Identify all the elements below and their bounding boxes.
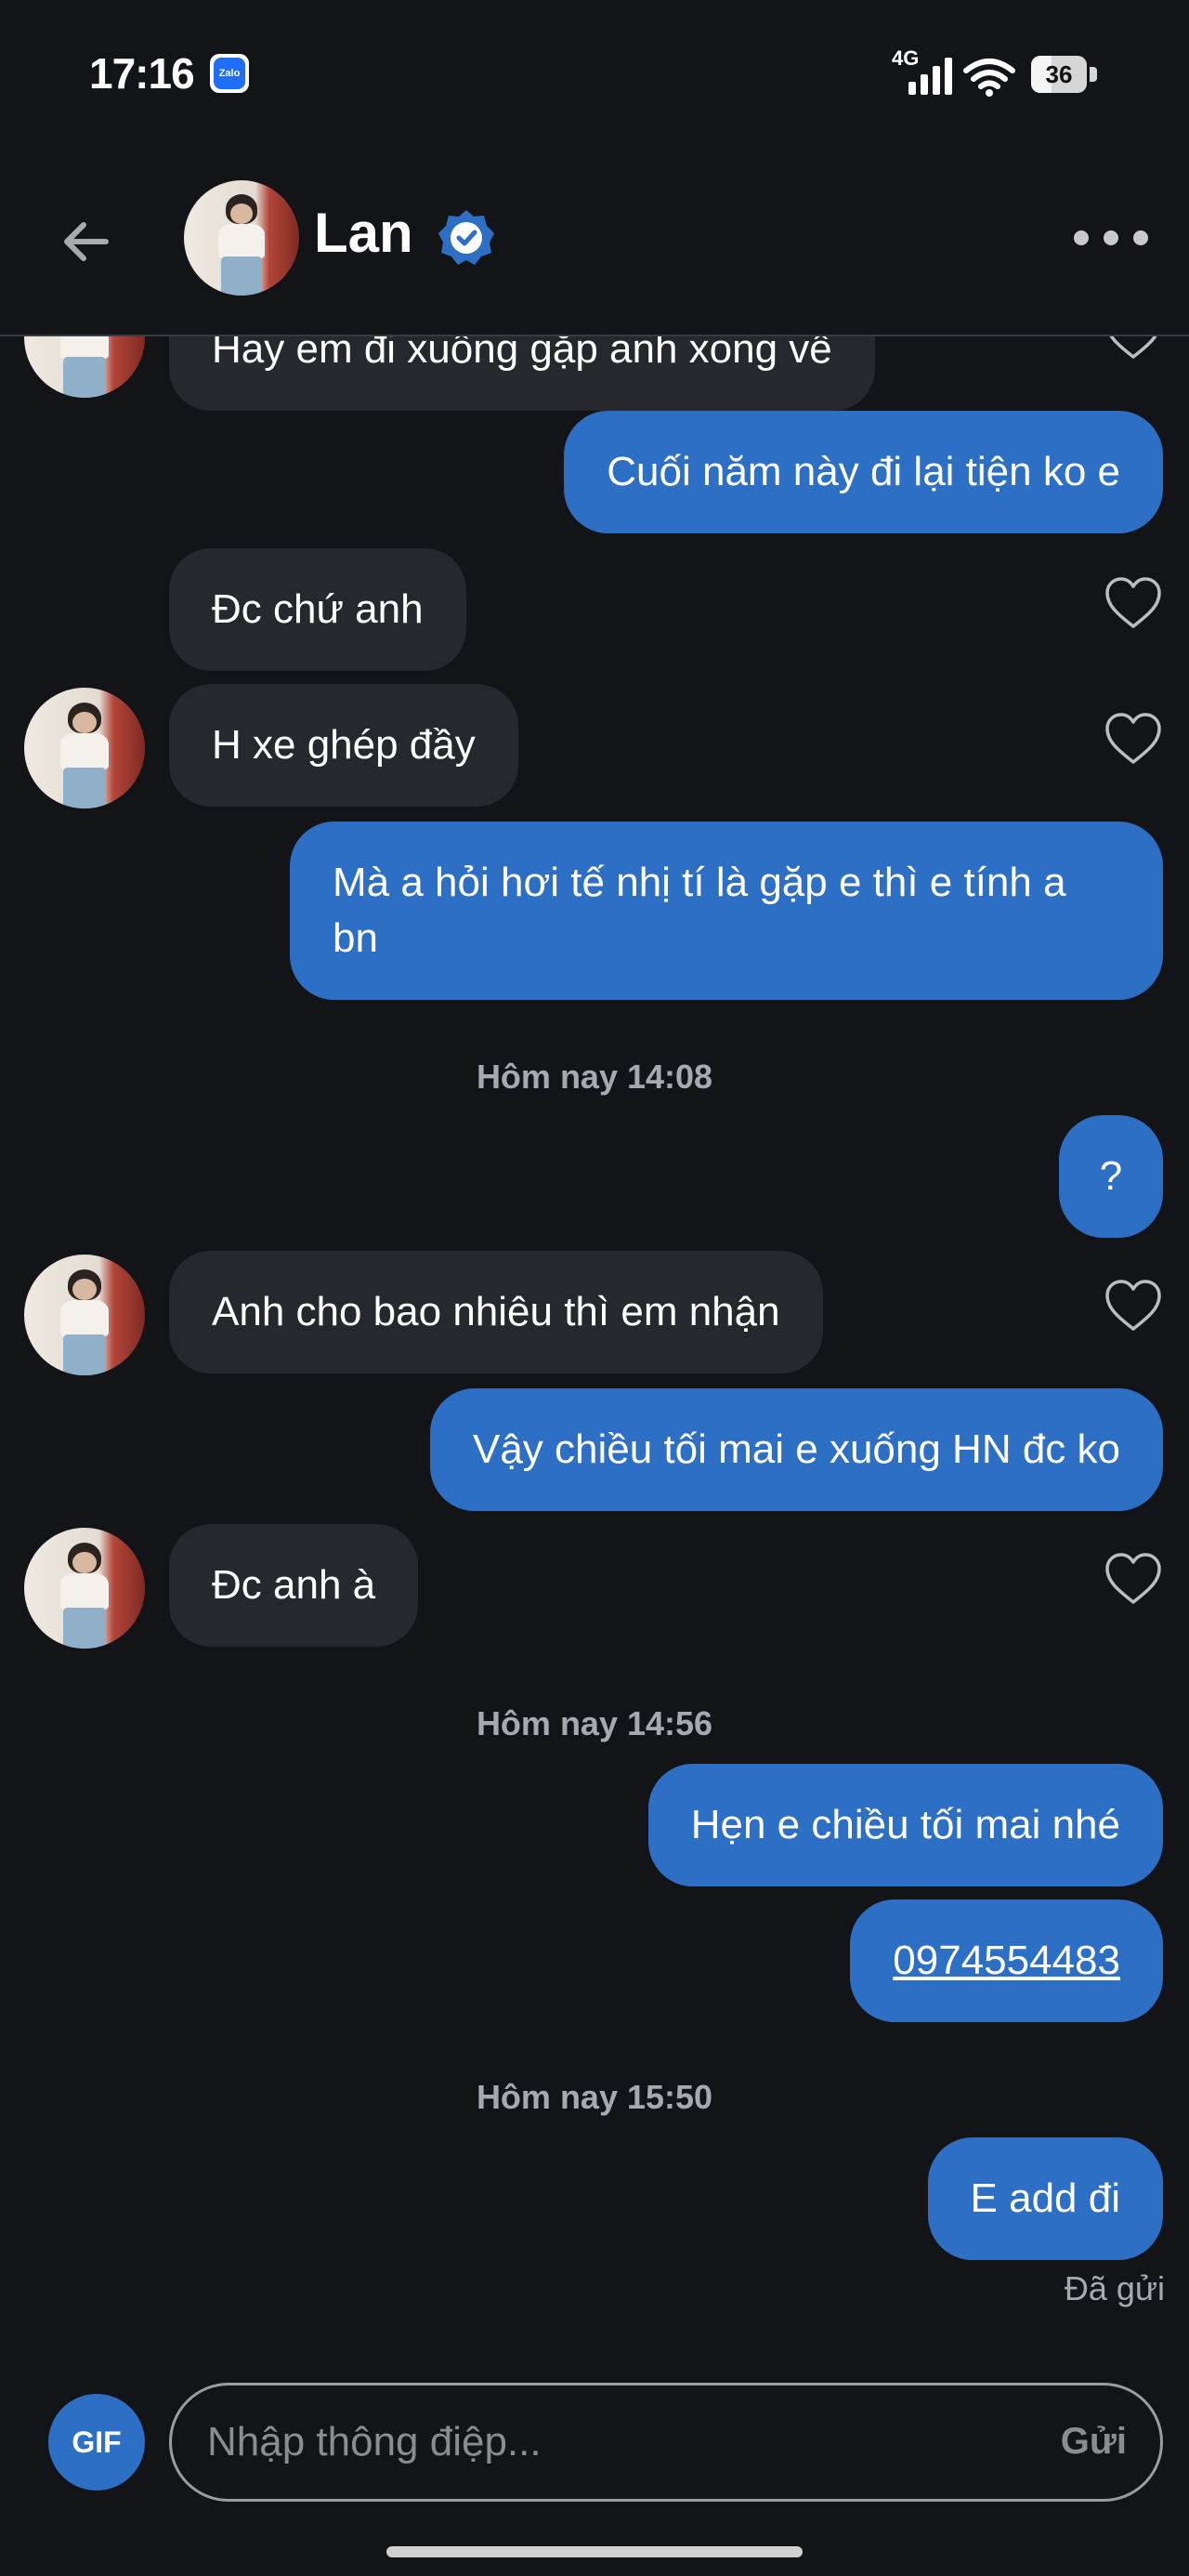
battery-icon: 36 [1031, 56, 1100, 93]
zalo-notification-icon: Zalo [210, 54, 249, 93]
sender-avatar[interactable] [24, 1255, 145, 1375]
gif-button[interactable]: GIF [48, 2394, 145, 2491]
like-heart-icon[interactable] [1104, 712, 1163, 766]
outgoing-message-bubble[interactable]: 0974554483 [850, 1899, 1163, 2022]
incoming-message-bubble[interactable]: Đc anh à [169, 1524, 419, 1647]
wifi-icon [963, 59, 1015, 97]
message-text: Đc chứ anh [212, 586, 424, 632]
message-text: Đc anh à [212, 1562, 376, 1608]
home-indicator[interactable] [386, 2546, 803, 2557]
outgoing-message-bubble[interactable]: Hẹn e chiều tối mai nhé [647, 1764, 1163, 1886]
send-button[interactable]: Gửi [1061, 2421, 1127, 2463]
message-text: Vậy chiều tối mai e xuống HN đc ko [472, 1426, 1120, 1472]
outgoing-message-bubble[interactable]: ? [1059, 1115, 1163, 1238]
timestamp-divider: Hôm nay 14:56 [476, 1704, 713, 1742]
message-text: Hẹn e chiều tối mai nhé [690, 1802, 1120, 1847]
message-text: Anh cho bao nhiêu thì em nhận [212, 1289, 780, 1334]
message-input-placeholder: Nhập thông điệp... [207, 2419, 542, 2464]
sent-status: Đã gửi [1064, 2269, 1165, 2307]
message-composer: GIF Nhập thông điệp... Gửi [0, 2360, 1189, 2509]
like-heart-icon[interactable] [1104, 1279, 1163, 1333]
incoming-message-bubble[interactable]: Anh cho bao nhiêu thì em nhận [169, 1251, 823, 1373]
outgoing-message-bubble[interactable]: E add đi [927, 2137, 1163, 2260]
outgoing-message-bubble[interactable]: Mà a hỏi hơi tế nhị tí là gặp e thì e tí… [290, 821, 1163, 1000]
like-heart-icon[interactable] [1104, 576, 1163, 630]
status-bar: 17:16 Zalo 4G 36 [0, 0, 1189, 149]
signal-icon [908, 58, 952, 95]
phone-number-link[interactable]: 0974554483 [893, 1938, 1120, 1983]
verified-badge-icon [438, 210, 494, 265]
status-time: 17:16 [89, 49, 195, 98]
timestamp-divider: Hôm nay 14:08 [476, 1058, 713, 1096]
message-text: H xe ghép đầy [212, 722, 476, 768]
like-heart-icon[interactable] [1104, 1552, 1163, 1606]
incoming-message-bubble[interactable]: Đc chứ anh [169, 548, 466, 671]
message-input[interactable]: Nhập thông điệp... Gửi [169, 2383, 1163, 2502]
message-text: Mà a hỏi hơi tế nhị tí là gặp e thì e tí… [333, 860, 1066, 961]
sender-avatar[interactable] [24, 688, 145, 808]
contact-avatar[interactable] [184, 180, 299, 296]
message-text: E add đi [970, 2175, 1120, 2221]
timestamp-divider: Hôm nay 15:50 [476, 2078, 713, 2116]
back-button[interactable] [52, 208, 119, 275]
incoming-message-bubble[interactable]: H xe ghép đầy [169, 684, 518, 807]
outgoing-message-bubble[interactable]: Vậy chiều tối mai e xuống HN đc ko [429, 1388, 1163, 1511]
outgoing-message-bubble[interactable]: Cuối năm này đi lại tiện ko e [564, 411, 1163, 533]
chat-header: Lan [0, 149, 1189, 336]
battery-level: 36 [1045, 60, 1073, 88]
message-text: ? [1099, 1153, 1123, 1199]
contact-name[interactable]: Lan [314, 201, 413, 265]
back-arrow-icon [64, 222, 109, 261]
message-text: Cuối năm này đi lại tiện ko e [607, 449, 1120, 494]
more-options-button[interactable] [1074, 219, 1148, 256]
sender-avatar[interactable] [24, 1528, 145, 1649]
